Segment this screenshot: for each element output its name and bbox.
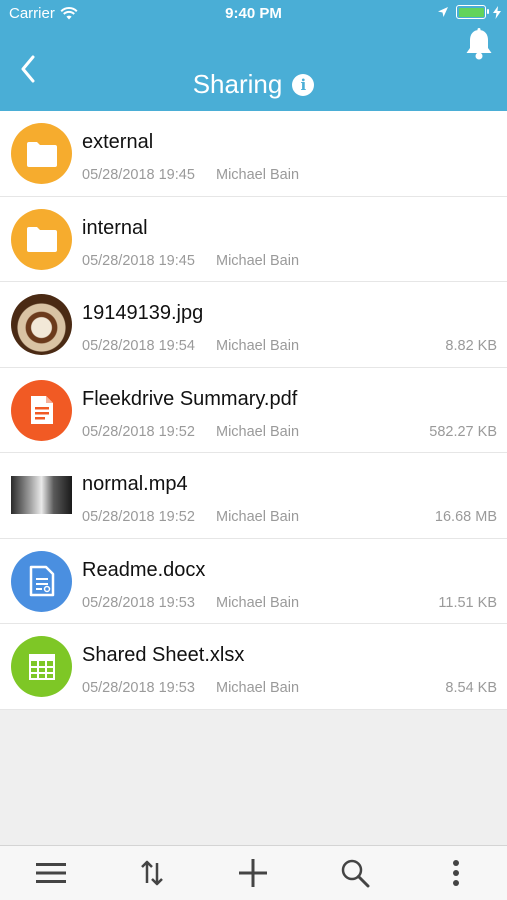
file-size: 582.27 KB bbox=[429, 423, 497, 440]
file-date: 05/28/2018 19:52 bbox=[82, 509, 195, 525]
charging-icon bbox=[493, 5, 501, 19]
file-owner: Michael Bain bbox=[216, 423, 300, 440]
sort-button[interactable] bbox=[132, 853, 172, 893]
file-row[interactable]: internal 05/28/2018 19:45 Michael Bain bbox=[0, 196, 507, 282]
file-row[interactable]: Readme.docx 05/28/2018 19:53 Michael Bai… bbox=[0, 538, 507, 624]
image-thumbnail bbox=[11, 294, 72, 355]
document-icon bbox=[11, 550, 72, 612]
file-date: 05/28/2018 19:54 bbox=[82, 338, 195, 354]
file-name: Readme.docx bbox=[82, 558, 206, 581]
file-size: 16.68 MB bbox=[434, 509, 497, 525]
file-owner: Michael Bain bbox=[216, 338, 300, 354]
file-row[interactable]: 19149139.jpg 05/28/2018 19:54 Michael Ba… bbox=[0, 282, 507, 368]
status-time: 9:40 PM bbox=[225, 5, 282, 22]
file-owner: Michael Bain bbox=[216, 680, 300, 696]
more-button[interactable] bbox=[436, 853, 476, 893]
menu-button[interactable] bbox=[31, 853, 71, 893]
file-owner: Michael Bain bbox=[216, 594, 300, 611]
battery-icon bbox=[456, 5, 489, 19]
file-owner: Michael Bain bbox=[216, 252, 300, 269]
title-area: Sharing i bbox=[0, 69, 507, 100]
file-row[interactable]: Shared Sheet.xlsx 05/28/2018 19:53 Micha… bbox=[0, 624, 507, 710]
file-name: normal.mp4 bbox=[82, 473, 188, 495]
file-name: Fleekdrive Summary.pdf bbox=[82, 387, 298, 410]
battery-level bbox=[458, 7, 484, 17]
status-indicators bbox=[437, 5, 501, 19]
video-thumbnail bbox=[11, 476, 72, 514]
bottom-toolbar bbox=[0, 845, 507, 900]
file-row[interactable]: external 05/28/2018 19:45 Michael Bain bbox=[0, 111, 507, 197]
search-button[interactable] bbox=[335, 853, 375, 893]
file-row[interactable]: Fleekdrive Summary.pdf 05/28/2018 19:52 … bbox=[0, 367, 507, 453]
file-date: 05/28/2018 19:45 bbox=[82, 252, 195, 269]
file-name: Shared Sheet.xlsx bbox=[82, 644, 245, 666]
file-date: 05/28/2018 19:53 bbox=[82, 594, 195, 611]
file-date: 05/28/2018 19:45 bbox=[82, 167, 195, 183]
file-size: 11.51 KB bbox=[438, 594, 497, 611]
file-name: external bbox=[82, 131, 154, 153]
file-owner: Michael Bain bbox=[216, 167, 300, 183]
file-name: 19149139.jpg bbox=[82, 302, 204, 324]
notifications-button[interactable] bbox=[464, 28, 494, 60]
info-icon[interactable]: i bbox=[292, 73, 315, 96]
menu-icon bbox=[35, 863, 66, 883]
spreadsheet-icon bbox=[11, 636, 72, 697]
more-icon bbox=[453, 860, 460, 886]
folder-icon bbox=[11, 208, 72, 270]
page-title: Sharing bbox=[192, 69, 283, 99]
file-list: external 05/28/2018 19:45 Michael Bain i… bbox=[0, 111, 507, 710]
bell-icon bbox=[466, 28, 492, 60]
folder-icon bbox=[11, 123, 72, 184]
file-row[interactable]: normal.mp4 05/28/2018 19:52 Michael Bain… bbox=[0, 453, 507, 539]
file-size: 8.82 KB bbox=[445, 338, 497, 354]
file-name: internal bbox=[82, 216, 148, 239]
app-header: Carrier 9:40 PM Sharing i bbox=[0, 0, 507, 111]
location-icon bbox=[438, 7, 448, 17]
add-icon bbox=[239, 859, 268, 887]
status-bar: Carrier 9:40 PM bbox=[0, 0, 507, 28]
sort-icon bbox=[141, 860, 163, 886]
file-owner: Michael Bain bbox=[216, 509, 300, 525]
pdf-icon bbox=[11, 379, 72, 441]
file-size: 8.54 KB bbox=[445, 680, 497, 696]
add-button[interactable] bbox=[233, 853, 273, 893]
search-icon bbox=[341, 859, 370, 888]
file-date: 05/28/2018 19:53 bbox=[82, 680, 195, 696]
file-date: 05/28/2018 19:52 bbox=[82, 423, 195, 440]
